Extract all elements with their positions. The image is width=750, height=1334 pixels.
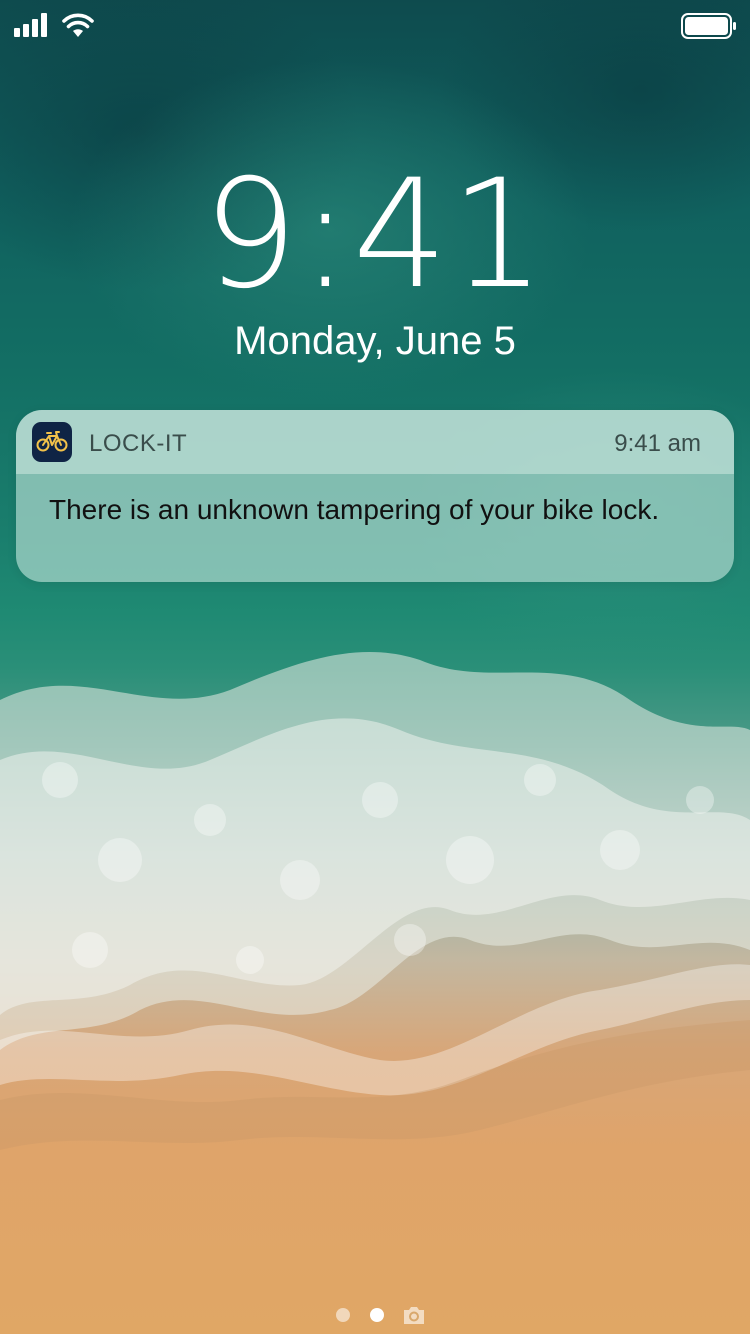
page-dot-active[interactable] — [370, 1308, 384, 1322]
camera-icon[interactable] — [402, 1304, 426, 1326]
cellular-signal-icon — [14, 13, 54, 37]
lock-screen-time: 9:41 — [202, 148, 548, 322]
notification-card[interactable]: LOCK-IT 9:41 am There is an unknown tamp… — [16, 410, 734, 582]
wifi-icon — [62, 12, 94, 38]
status-bar — [0, 0, 750, 50]
page-dot[interactable] — [336, 1308, 350, 1322]
lock-screen-date: Monday, June 5 — [234, 319, 516, 363]
notification-message: There is an unknown tampering of your bi… — [49, 494, 660, 525]
battery-icon — [681, 13, 737, 39]
bike-icon — [32, 422, 72, 462]
notification-time: 9:41 am — [614, 430, 701, 457]
notification-app-name: LOCK-IT — [89, 430, 188, 457]
page-indicator — [0, 1302, 750, 1328]
notification-header: LOCK-IT 9:41 am — [16, 410, 734, 474]
